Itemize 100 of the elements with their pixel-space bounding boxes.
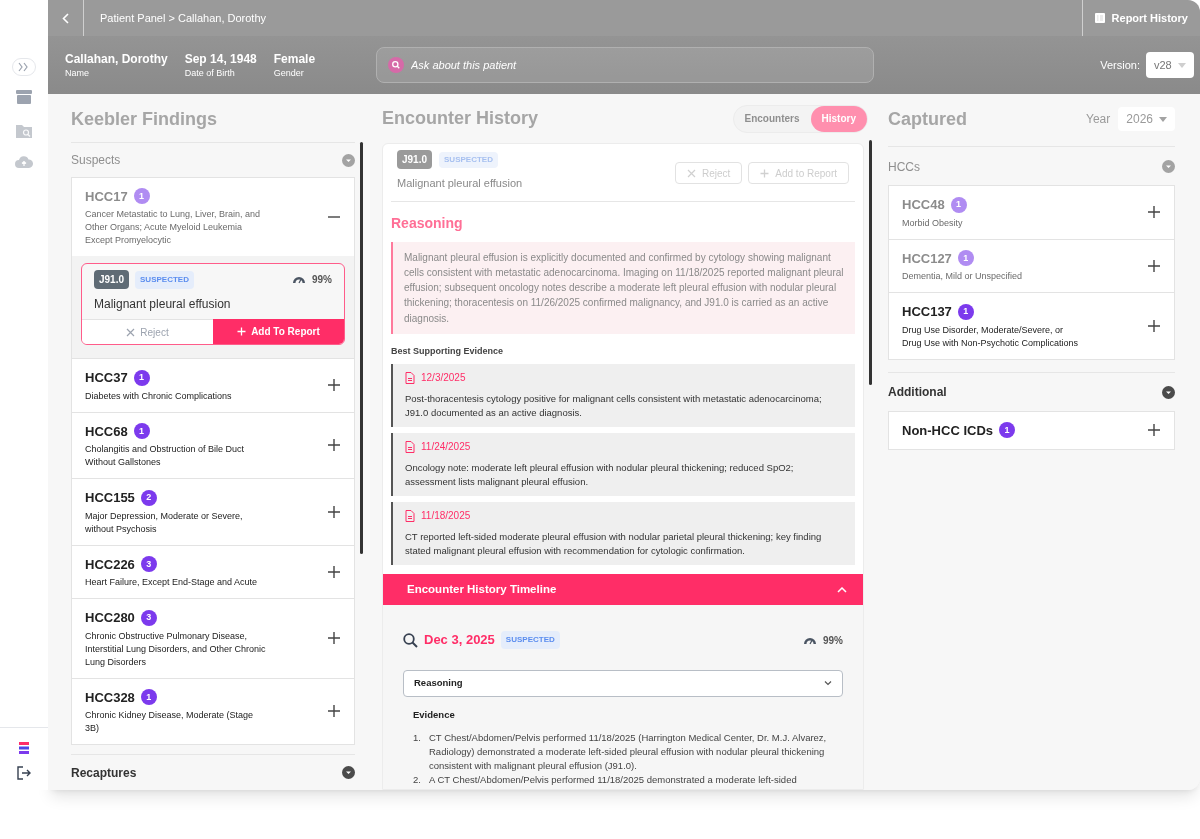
gauge-icon — [803, 635, 817, 645]
evidence-text: Post-thoracentesis cytology positive for malignant cells consistent with metastatic adenocarcinoma; J91.0 documented as an active diagnosis. — [405, 392, 823, 421]
list-number: 1. — [413, 731, 422, 746]
count-badge: 2 — [140, 489, 157, 506]
hcc-code: HCC48 — [902, 196, 945, 214]
encounter-date: Dec 3, 2025 — [424, 631, 495, 650]
finding-title: Malignant pleural effusion — [94, 296, 232, 314]
plus-icon[interactable] — [1147, 205, 1161, 220]
collapse-toggle-icon[interactable] — [342, 766, 355, 780]
hcc-description: Chronic Obstructive Pulmonary Disease, Interstitial Lung Disorders, and Other Chronic Lung Disorders — [85, 629, 267, 669]
section-heading: Best Supporting Evidence — [391, 345, 505, 358]
patient-field-label: Gender — [273, 67, 305, 79]
reject-button[interactable]: Reject — [82, 319, 213, 345]
count-badge: 1 — [957, 303, 974, 320]
section-title: Additional — [888, 384, 947, 401]
scrollbar[interactable] — [869, 140, 872, 385]
hcc-code: HCC137 — [902, 303, 952, 321]
section-heading: Reasoning — [391, 213, 464, 233]
count-badge: 3 — [140, 609, 157, 626]
code-chip: J91.0 — [397, 150, 433, 169]
patient-field-value: Sep 14, 1948 — [184, 51, 257, 67]
plus-icon[interactable] — [1147, 423, 1161, 438]
reasoning-dropdown[interactable]: Reasoning — [403, 670, 843, 697]
breadcrumb[interactable]: Patient Panel > Callahan, Dorothy — [100, 9, 267, 27]
count-badge: 1 — [133, 369, 150, 386]
timeline-header[interactable]: Encounter History Timeline — [383, 574, 863, 606]
collapse-toggle-icon[interactable] — [1162, 385, 1175, 399]
caret-down-icon — [1159, 116, 1167, 122]
count-badge: 1 — [999, 422, 1015, 439]
chevron-left-icon — [62, 12, 69, 24]
section-title: Suspects — [71, 152, 121, 170]
year-label: Year — [1086, 111, 1111, 128]
plus-icon — [760, 168, 770, 178]
scrollbar[interactable] — [360, 142, 363, 554]
evidence-date: 11/18/2025 — [421, 509, 471, 524]
logout-icon[interactable] — [17, 766, 31, 780]
plus-icon[interactable] — [327, 504, 341, 519]
status-chip: SUSPECTED — [500, 631, 560, 650]
panel-title: Captured — [888, 107, 968, 131]
plus-icon — [237, 327, 247, 337]
archive-icon[interactable] — [16, 90, 32, 104]
status-chip: SUSPECTED — [439, 151, 498, 168]
reasoning-text: Malignant pleural effusion is explicitly documented and confirmed by cytology showing malignant cells consistent with metastatic adenocarcinoma. Imaging on 11/18/2025 reported malignant pleural effusion; subsequent oncology notes describe a moderate left pleural effusion with nodular pleural thickening; thoracentesis on 11/26/2025 confirmed malignancy, and J91.0 is carried as an active diagnosis. — [391, 241, 855, 334]
document-icon — [405, 441, 415, 453]
plus-icon[interactable] — [327, 631, 341, 646]
caret-down-icon — [1178, 62, 1186, 68]
chevron-up-icon — [837, 587, 847, 593]
hcc-code: HCC280 — [85, 609, 135, 628]
panel-title: Keebler Findings — [71, 108, 219, 131]
x-icon — [686, 168, 696, 178]
hcc-description: Diabetes with Chronic Complications — [85, 389, 233, 403]
count-badge: 1 — [957, 250, 974, 267]
collapse-toggle-icon[interactable] — [1162, 160, 1175, 173]
hcc-code: HCC37 — [85, 369, 128, 388]
hcc-code: HCC68 — [85, 422, 128, 441]
version-select[interactable]: v28 — [1146, 52, 1194, 78]
plus-icon[interactable] — [327, 564, 341, 579]
section-heading: Evidence — [413, 708, 456, 722]
x-icon — [126, 327, 136, 337]
evidence-text: CT Chest/Abdomen/Pelvis performed 11/18/2025 (Harrington Medical Center, Dr. M.J. Alvarez, Radiology) demonstrated a moderate left-sided pleural effusion with nodular pleural thickening consistent with malignant pleural effusion (J91.0). — [429, 731, 828, 774]
hcc-description: Chronic Kidney Disease, Moderate (Stage 3B) — [85, 709, 255, 736]
hcc-code: HCC127 — [902, 249, 952, 268]
patient-field-label: Name — [65, 67, 90, 79]
chevron-down-icon — [824, 681, 832, 686]
status-chip: SUSPECTED — [135, 270, 194, 289]
count-badge: 1 — [140, 689, 157, 706]
evidence-date: 11/24/2025 — [421, 440, 471, 455]
hcc-code: HCC226 — [85, 555, 135, 574]
plus-icon[interactable] — [1147, 318, 1161, 333]
collapse-toggle-icon[interactable] — [342, 153, 355, 167]
section-title: HCCs — [888, 158, 920, 176]
plus-icon[interactable] — [1147, 258, 1161, 273]
hcc-code: Non-HCC ICDs — [902, 421, 993, 440]
panel-title: Encounter History — [382, 107, 539, 130]
patient-field-label: Date of Birth — [184, 67, 236, 79]
tab[interactable]: History — [810, 105, 867, 132]
count-badge: 1 — [133, 423, 150, 440]
add-to-report-button[interactable]: Add To Report — [213, 319, 344, 345]
search-icon — [403, 632, 418, 648]
hcc-description: Cholangitis and Obstruction of Bile Duct Without Gallstones — [85, 443, 246, 470]
document-icon — [405, 510, 415, 522]
confidence-value: 99% — [312, 273, 332, 288]
tab[interactable]: Encounters — [733, 105, 811, 132]
evidence-date: 12/3/2025 — [421, 371, 466, 386]
patient-field-value: Female — [273, 51, 316, 67]
hcc-code: HCC155 — [85, 489, 135, 508]
plus-icon[interactable] — [327, 378, 341, 393]
plus-icon[interactable] — [327, 704, 341, 719]
hcc-description: Morbid Obesity — [902, 216, 964, 230]
version-label: Version: — [1100, 57, 1140, 73]
evidence-text: A CT Chest/Abdomen/Pelvis performed 11/18/2025 demonstrated a moderate left-sided — [429, 773, 797, 788]
search-icon — [388, 57, 404, 73]
stack-icon[interactable] — [19, 742, 29, 754]
hcc-description: Heart Failure, Except End-Stage and Acute — [85, 576, 259, 590]
plus-icon[interactable] — [327, 438, 341, 453]
evidence-text: Oncology note: moderate left pleural effusion with nodular pleural thickening; reduced SpO2; assessment lists malignant pleural effusion. — [405, 461, 795, 490]
code-chip: J91.0 — [94, 270, 130, 290]
year-select[interactable]: 2026 — [1118, 107, 1175, 131]
hcc-description: Cancer Metastatic to Lung, Liver, Brain, and Other Organs; Acute Myeloid Leukemia Except Promyelocytic — [85, 208, 262, 248]
hcc-description: Dementia, Mild or Unspecified — [902, 270, 1024, 283]
